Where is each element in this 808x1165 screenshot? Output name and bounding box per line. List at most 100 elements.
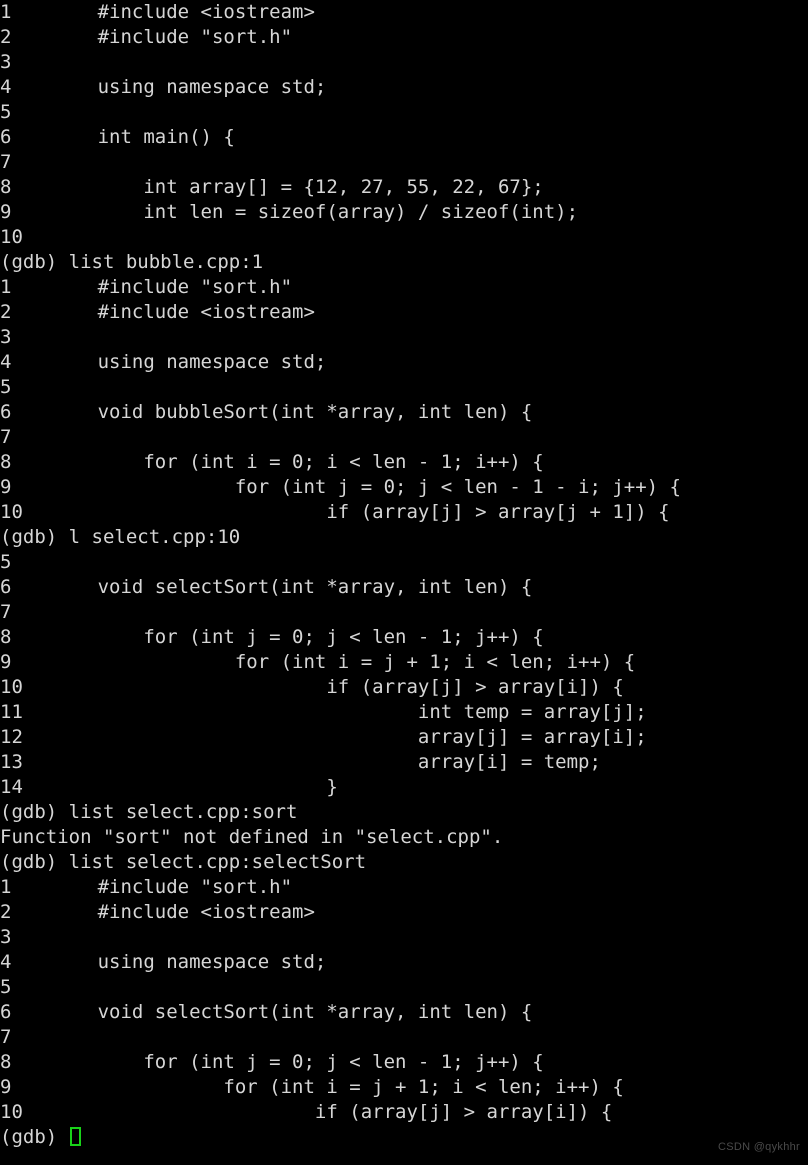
- source-text: #include <iostream>: [97, 301, 315, 323]
- text-cursor: [69, 1127, 81, 1146]
- source-text: void bubbleSort(int *array, int len) {: [97, 401, 533, 423]
- code-line: 7: [0, 600, 808, 625]
- code-line: 4 using namespace std;: [0, 75, 808, 100]
- line-number: 8: [0, 626, 12, 648]
- source-text: int main() {: [97, 126, 235, 148]
- code-line: 9 for (int i = j + 1; i < len; i++) {: [0, 650, 808, 675]
- output-text: Function "sort" not defined in "select.c…: [0, 826, 504, 848]
- code-line: 1 #include "sort.h": [0, 875, 808, 900]
- gdb-output-line: Function "sort" not defined in "select.c…: [0, 825, 808, 850]
- source-text: #include <iostream>: [97, 901, 315, 923]
- gdb-prompt: (gdb): [0, 851, 69, 873]
- line-number: 8: [0, 1051, 12, 1073]
- line-number: 5: [0, 551, 12, 573]
- source-text: #include <iostream>: [97, 1, 315, 23]
- code-line: 5: [0, 375, 808, 400]
- line-number: 10: [0, 676, 23, 698]
- gdb-command[interactable]: list select.cpp:selectSort: [69, 851, 366, 873]
- code-line: 8 int array[] = {12, 27, 55, 22, 67};: [0, 175, 808, 200]
- gdb-prompt-line: (gdb) list select.cpp:sort: [0, 800, 808, 825]
- line-number: 7: [0, 1026, 12, 1048]
- source-text: int temp = array[j];: [97, 701, 647, 723]
- line-number: 5: [0, 101, 12, 123]
- line-number: 11: [0, 701, 23, 723]
- line-number: 7: [0, 151, 12, 173]
- line-number: 10: [0, 1101, 23, 1123]
- line-number: 9: [0, 651, 12, 673]
- code-line: 7: [0, 425, 808, 450]
- source-text: using namespace std;: [97, 951, 327, 973]
- line-number: 4: [0, 76, 12, 98]
- gdb-prompt-line: (gdb) list bubble.cpp:1: [0, 250, 808, 275]
- line-number: 4: [0, 351, 12, 373]
- code-line: 12 array[j] = array[i];: [0, 725, 808, 750]
- line-number: 3: [0, 326, 12, 348]
- line-number: 4: [0, 951, 12, 973]
- gdb-prompt-line: (gdb) l select.cpp:10: [0, 525, 808, 550]
- gdb-prompt-line: (gdb): [0, 1125, 808, 1150]
- line-number: 1: [0, 876, 12, 898]
- line-number: 7: [0, 601, 12, 623]
- code-line: 2 #include <iostream>: [0, 900, 808, 925]
- code-line: 11 int temp = array[j];: [0, 700, 808, 725]
- source-text: int array[] = {12, 27, 55, 22, 67};: [97, 176, 544, 198]
- source-text: if (array[j] > array[i]) {: [97, 676, 624, 698]
- code-line: 3: [0, 325, 808, 350]
- line-number: 10: [0, 226, 23, 248]
- code-line: 14 }: [0, 775, 808, 800]
- code-line: 1 #include "sort.h": [0, 275, 808, 300]
- code-line: 10 if (array[j] > array[j + 1]) {: [0, 500, 808, 525]
- line-number: 9: [0, 476, 12, 498]
- code-line: 5: [0, 550, 808, 575]
- code-line: 7: [0, 150, 808, 175]
- source-text: if (array[j] > array[j + 1]) {: [97, 501, 670, 523]
- code-line: 9 for (int i = j + 1; i < len; i++) {: [0, 1075, 808, 1100]
- source-text: for (int i = 0; i < len - 1; i++) {: [97, 451, 544, 473]
- line-number: 10: [0, 501, 23, 523]
- code-line: 2 #include "sort.h": [0, 25, 808, 50]
- gdb-prompt: (gdb): [0, 1126, 69, 1148]
- source-text: void selectSort(int *array, int len) {: [97, 1001, 533, 1023]
- code-line: 6 void selectSort(int *array, int len) {: [0, 575, 808, 600]
- code-line: 9 int len = sizeof(array) / sizeof(int);: [0, 200, 808, 225]
- source-text: #include "sort.h": [97, 26, 293, 48]
- line-number: 3: [0, 51, 12, 73]
- source-text: for (int j = 0; j < len - 1; j++) {: [97, 626, 544, 648]
- gdb-command[interactable]: list bubble.cpp:1: [69, 251, 263, 273]
- line-number: 2: [0, 301, 12, 323]
- source-text: for (int j = 0; j < len - 1; j++) {: [97, 1051, 544, 1073]
- code-line: 2 #include <iostream>: [0, 300, 808, 325]
- code-line: 8 for (int j = 0; j < len - 1; j++) {: [0, 1050, 808, 1075]
- terminal-window[interactable]: 1 #include <iostream> 2 #include "sort.h" 3 4…: [0, 0, 808, 1165]
- code-line: 8 for (int j = 0; j < len - 1; j++) {: [0, 625, 808, 650]
- source-text: array[j] = array[i];: [97, 726, 647, 748]
- line-number: 13: [0, 751, 23, 773]
- gdb-command[interactable]: l select.cpp:10: [69, 526, 241, 548]
- code-line: 5: [0, 975, 808, 1000]
- gdb-prompt: (gdb): [0, 526, 69, 548]
- code-line: 10 if (array[j] > array[i]) {: [0, 1100, 808, 1125]
- source-text: #include "sort.h": [97, 876, 293, 898]
- line-number: 2: [0, 26, 12, 48]
- source-text: array[i] = temp;: [97, 751, 601, 773]
- source-text: for (int j = 0; j < len - 1 - i; j++) {: [97, 476, 681, 498]
- code-line: 10: [0, 225, 808, 250]
- gdb-command[interactable]: list select.cpp:sort: [69, 801, 298, 823]
- source-text: int len = sizeof(array) / sizeof(int);: [97, 201, 579, 223]
- line-number: 2: [0, 901, 12, 923]
- watermark: CSDN @qykhhr: [717, 1141, 800, 1153]
- line-number: 14: [0, 776, 23, 798]
- line-number: 6: [0, 1001, 12, 1023]
- source-text: using namespace std;: [97, 351, 327, 373]
- code-line: 10 if (array[j] > array[i]) {: [0, 675, 808, 700]
- line-number: 8: [0, 176, 12, 198]
- line-number: 1: [0, 276, 12, 298]
- code-line: 6 void selectSort(int *array, int len) {: [0, 1000, 808, 1025]
- line-number: 12: [0, 726, 23, 748]
- line-number: 9: [0, 1076, 12, 1098]
- code-line: 13 array[i] = temp;: [0, 750, 808, 775]
- line-number: 6: [0, 576, 12, 598]
- code-line: 8 for (int i = 0; i < len - 1; i++) {: [0, 450, 808, 475]
- line-number: 3: [0, 926, 12, 948]
- source-text: using namespace std;: [97, 76, 327, 98]
